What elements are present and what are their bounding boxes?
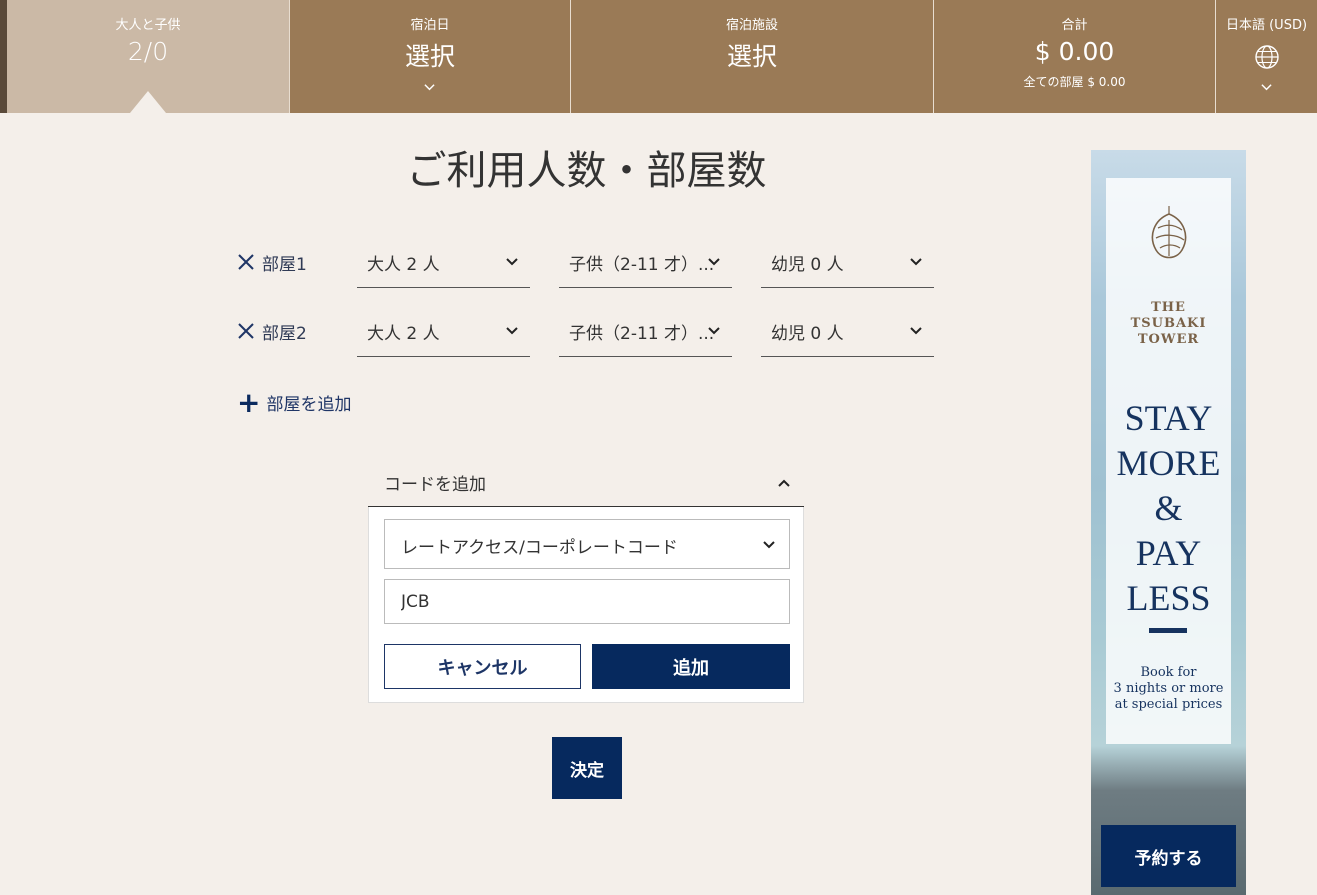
code-panel: レートアクセス/コーポレートコード キャンセル 追加	[368, 507, 804, 703]
total-tab-value: $ 0.00	[1034, 37, 1115, 66]
room-row: 部屋1 大人 2 人 子供（2-11 才）... 幼児 0 人	[236, 238, 936, 288]
guests-tab-value: 2/0	[127, 37, 169, 66]
slogan-line: &	[1154, 488, 1183, 528]
code-type-value: レートアクセス/コーポレートコード	[401, 538, 678, 558]
chevron-down-icon	[506, 258, 518, 266]
page-title: ご利用人数・部屋数	[406, 148, 767, 194]
promo-brand: THE TSUBAKI TOWER	[1106, 300, 1231, 348]
book-now-button[interactable]: 予約する	[1101, 825, 1236, 887]
chevron-down-icon	[1260, 84, 1272, 91]
chevron-down-icon	[910, 327, 922, 335]
code-input[interactable]	[384, 579, 790, 624]
promo-slogan: STAY MORE & PAY LESS	[1106, 396, 1231, 621]
brand-line: TOWER	[1137, 332, 1200, 347]
total-tab[interactable]: 合計 $ 0.00 全ての部屋 $ 0.00	[934, 0, 1216, 113]
promo-copy: Book for 3 nights or more at special pri…	[1106, 665, 1231, 713]
total-all-rooms: 全ての部屋 $ 0.00	[1023, 75, 1126, 89]
brand-line: THE	[1151, 300, 1186, 315]
chevron-down-icon	[708, 258, 720, 266]
language-label: 日本語 (USD)	[1225, 18, 1308, 33]
booking-summary-bar: 大人と子供 2/0 宿泊日 選択 宿泊施設 選択 合計 $ 0.00 全ての部屋…	[0, 0, 1317, 113]
language-selector[interactable]: 日本語 (USD)	[1216, 0, 1317, 113]
slogan-line: LESS	[1126, 578, 1211, 618]
adults-select[interactable]: 大人 2 人	[357, 307, 530, 357]
add-code-label: コードを追加	[384, 475, 486, 495]
chevron-down-icon	[763, 541, 775, 549]
promo-divider	[1149, 628, 1187, 633]
room-row: 部屋2 大人 2 人 子供（2-11 才）... 幼児 0 人	[236, 307, 936, 357]
adults-value: 大人 2 人	[367, 255, 440, 275]
copy-line: at special prices	[1114, 697, 1223, 712]
dates-tab-label: 宿泊日	[410, 18, 450, 33]
total-tab-label: 合計	[1061, 18, 1088, 33]
slogan-line: MORE	[1116, 443, 1221, 483]
guests-tab-label: 大人と子供	[115, 18, 181, 33]
chevron-down-icon	[506, 327, 518, 335]
adults-select[interactable]: 大人 2 人	[357, 238, 530, 288]
children-value: 子供（2-11 才）...	[569, 324, 715, 344]
brand-line: TSUBAKI	[1130, 316, 1207, 331]
remove-room-icon[interactable]	[236, 321, 256, 341]
children-value: 子供（2-11 才）...	[569, 255, 715, 275]
code-type-select[interactable]: レートアクセス/コーポレートコード	[384, 519, 790, 569]
add-code-button[interactable]: 追加	[592, 644, 790, 689]
hotel-tab-value: 選択	[726, 42, 777, 71]
copy-line: 3 nights or more	[1113, 681, 1224, 696]
slogan-line: STAY	[1124, 398, 1213, 438]
children-select[interactable]: 子供（2-11 才）...	[559, 307, 732, 357]
chevron-down-icon	[910, 258, 922, 266]
guests-tab[interactable]: 大人と子供 2/0	[0, 0, 290, 113]
remove-room-icon[interactable]	[236, 252, 256, 272]
chevron-down-icon	[708, 327, 720, 335]
add-room-label: 部屋を追加	[266, 395, 352, 415]
promo-banner[interactable]: THE TSUBAKI TOWER STAY MORE & PAY LESS B…	[1091, 150, 1246, 895]
infants-select[interactable]: 幼児 0 人	[761, 307, 934, 357]
chevron-up-icon	[778, 479, 790, 487]
children-select[interactable]: 子供（2-11 才）...	[559, 238, 732, 288]
add-code-toggle[interactable]: コードを追加	[368, 462, 804, 507]
hotel-tab-label: 宿泊施設	[725, 18, 778, 33]
infants-value: 幼児 0 人	[771, 324, 844, 344]
room-label: 部屋2	[262, 324, 307, 344]
confirm-button[interactable]: 決定	[552, 737, 622, 799]
hotel-tab[interactable]: 宿泊施設 選択	[571, 0, 934, 113]
slogan-line: PAY	[1135, 533, 1202, 573]
promo-card: THE TSUBAKI TOWER STAY MORE & PAY LESS B…	[1106, 178, 1231, 744]
active-tab-caret	[130, 91, 166, 113]
copy-line: Book for	[1140, 665, 1197, 680]
infants-select[interactable]: 幼児 0 人	[761, 238, 934, 288]
plus-icon: +	[237, 385, 261, 419]
tsubaki-logo-icon	[1151, 206, 1187, 259]
chevron-down-icon	[424, 84, 435, 91]
infants-value: 幼児 0 人	[771, 255, 844, 275]
add-room-link[interactable]: + 部屋を追加	[237, 385, 352, 419]
globe-icon	[1254, 45, 1279, 69]
adults-value: 大人 2 人	[367, 324, 440, 344]
cancel-button[interactable]: キャンセル	[384, 644, 581, 689]
dates-tab-value: 選択	[404, 42, 455, 71]
dates-tab[interactable]: 宿泊日 選択	[290, 0, 571, 113]
room-label: 部屋1	[262, 255, 307, 275]
